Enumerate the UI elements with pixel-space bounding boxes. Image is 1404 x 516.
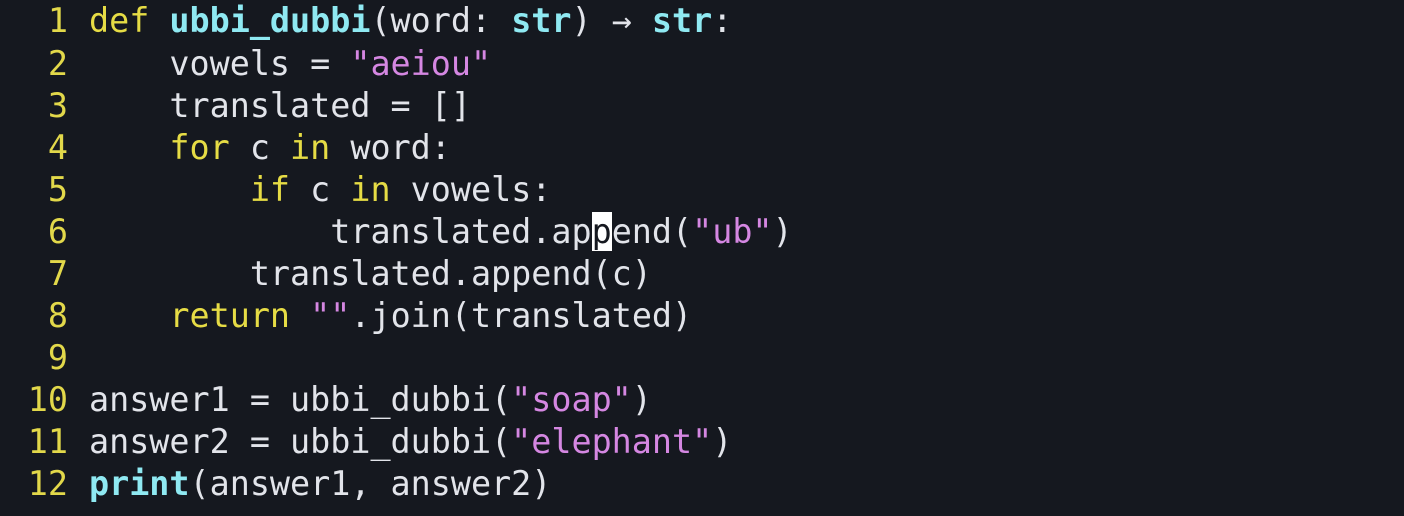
line-number: 11 [27,422,68,461]
line-number: 6 [47,212,68,251]
code-token: ) [631,380,652,419]
line-number: 7 [47,254,68,293]
line-code[interactable]: answer2 = ubbi_dubbi("elephant") [89,421,732,463]
code-line[interactable]: 12 print(answer1, answer2) [0,463,1404,505]
code-token: c [229,128,291,167]
code-token: ) [712,422,733,461]
line-code[interactable]: for c in word: [89,127,451,169]
text-cursor[interactable]: p [591,212,612,251]
code-token: c [290,170,351,209]
string-token: "ub" [692,212,773,251]
keyword-token: in [350,170,391,209]
code-line[interactable]: 6 translated.append("ub") [0,211,1404,253]
keyword-token: if [249,170,291,209]
code-line[interactable]: 2 vowels = "aeiou" [0,43,1404,85]
line-code[interactable]: translated.append(c) [89,253,652,295]
builtin-token: print [89,464,190,503]
keyword-token: for [169,128,230,167]
line-code[interactable]: print(answer1, answer2) [89,463,551,505]
code-token: translated.append(c) [89,254,652,293]
code-line[interactable]: 4 for c in word: [0,127,1404,169]
code-token: translated.ap [89,212,592,251]
string-token: "" [310,296,351,335]
code-token: word: [330,128,451,167]
line-number: 12 [27,464,68,503]
code-editor[interactable]: 1 def ubbi_dubbi(word: str) → str: 2 vowel… [0,0,1404,516]
line-code[interactable]: translated = [] [89,85,471,127]
code-line[interactable]: 1 def ubbi_dubbi(word: str) → str: [0,0,1404,42]
line-number: 8 [47,296,68,335]
line-code[interactable]: translated.append("ub") [89,211,793,253]
code-token: (answer1, answer2) [189,464,552,503]
code-line[interactable]: 5 if c in vowels: [0,169,1404,211]
line-number: 3 [47,86,68,125]
keyword-token: in [290,128,331,167]
line-number: 2 [47,44,68,83]
keyword-token: def [89,1,150,40]
code-line[interactable]: 9 [0,337,1404,379]
string-token: "soap" [511,380,632,419]
line-code[interactable]: answer1 = ubbi_dubbi("soap") [89,379,652,421]
line-number: 5 [47,170,68,209]
line-code[interactable]: def ubbi_dubbi(word: str) → str: [89,0,732,42]
code-token: vowels = [89,44,351,83]
code-token: .join(translated) [350,296,693,335]
code-token: answer2 = ubbi_dubbi( [89,422,512,461]
line-number: 1 [47,1,68,40]
keyword-token: return [169,296,291,335]
code-token: : [712,1,733,40]
code-line[interactable]: 7 translated.append(c) [0,253,1404,295]
code-token: ) → [571,1,652,40]
code-token: vowels: [390,170,552,209]
line-code[interactable]: if c in vowels: [89,169,552,211]
code-line[interactable]: 10 answer1 = ubbi_dubbi("soap") [0,379,1404,421]
code-token: (word: [370,1,512,40]
code-line[interactable]: 11 answer2 = ubbi_dubbi("elephant") [0,421,1404,463]
code-token: answer1 = ubbi_dubbi( [89,380,512,419]
code-line[interactable]: 8 return "".join(translated) [0,295,1404,337]
line-number: 4 [47,128,68,167]
code-token: translated = [] [89,86,471,125]
string-token: "elephant" [511,422,713,461]
type-token: str [511,1,572,40]
line-number: 9 [47,338,68,377]
line-code[interactable]: vowels = "aeiou" [89,43,491,85]
code-line[interactable]: 3 translated = [] [0,85,1404,127]
line-code[interactable]: return "".join(translated) [89,295,692,337]
code-token: ) [772,212,793,251]
line-number: 10 [27,380,68,419]
type-token: str [651,1,713,40]
function-name-token: ubbi_dubbi [169,1,371,40]
code-token: end( [611,212,693,251]
string-token: "aeiou" [350,44,492,83]
